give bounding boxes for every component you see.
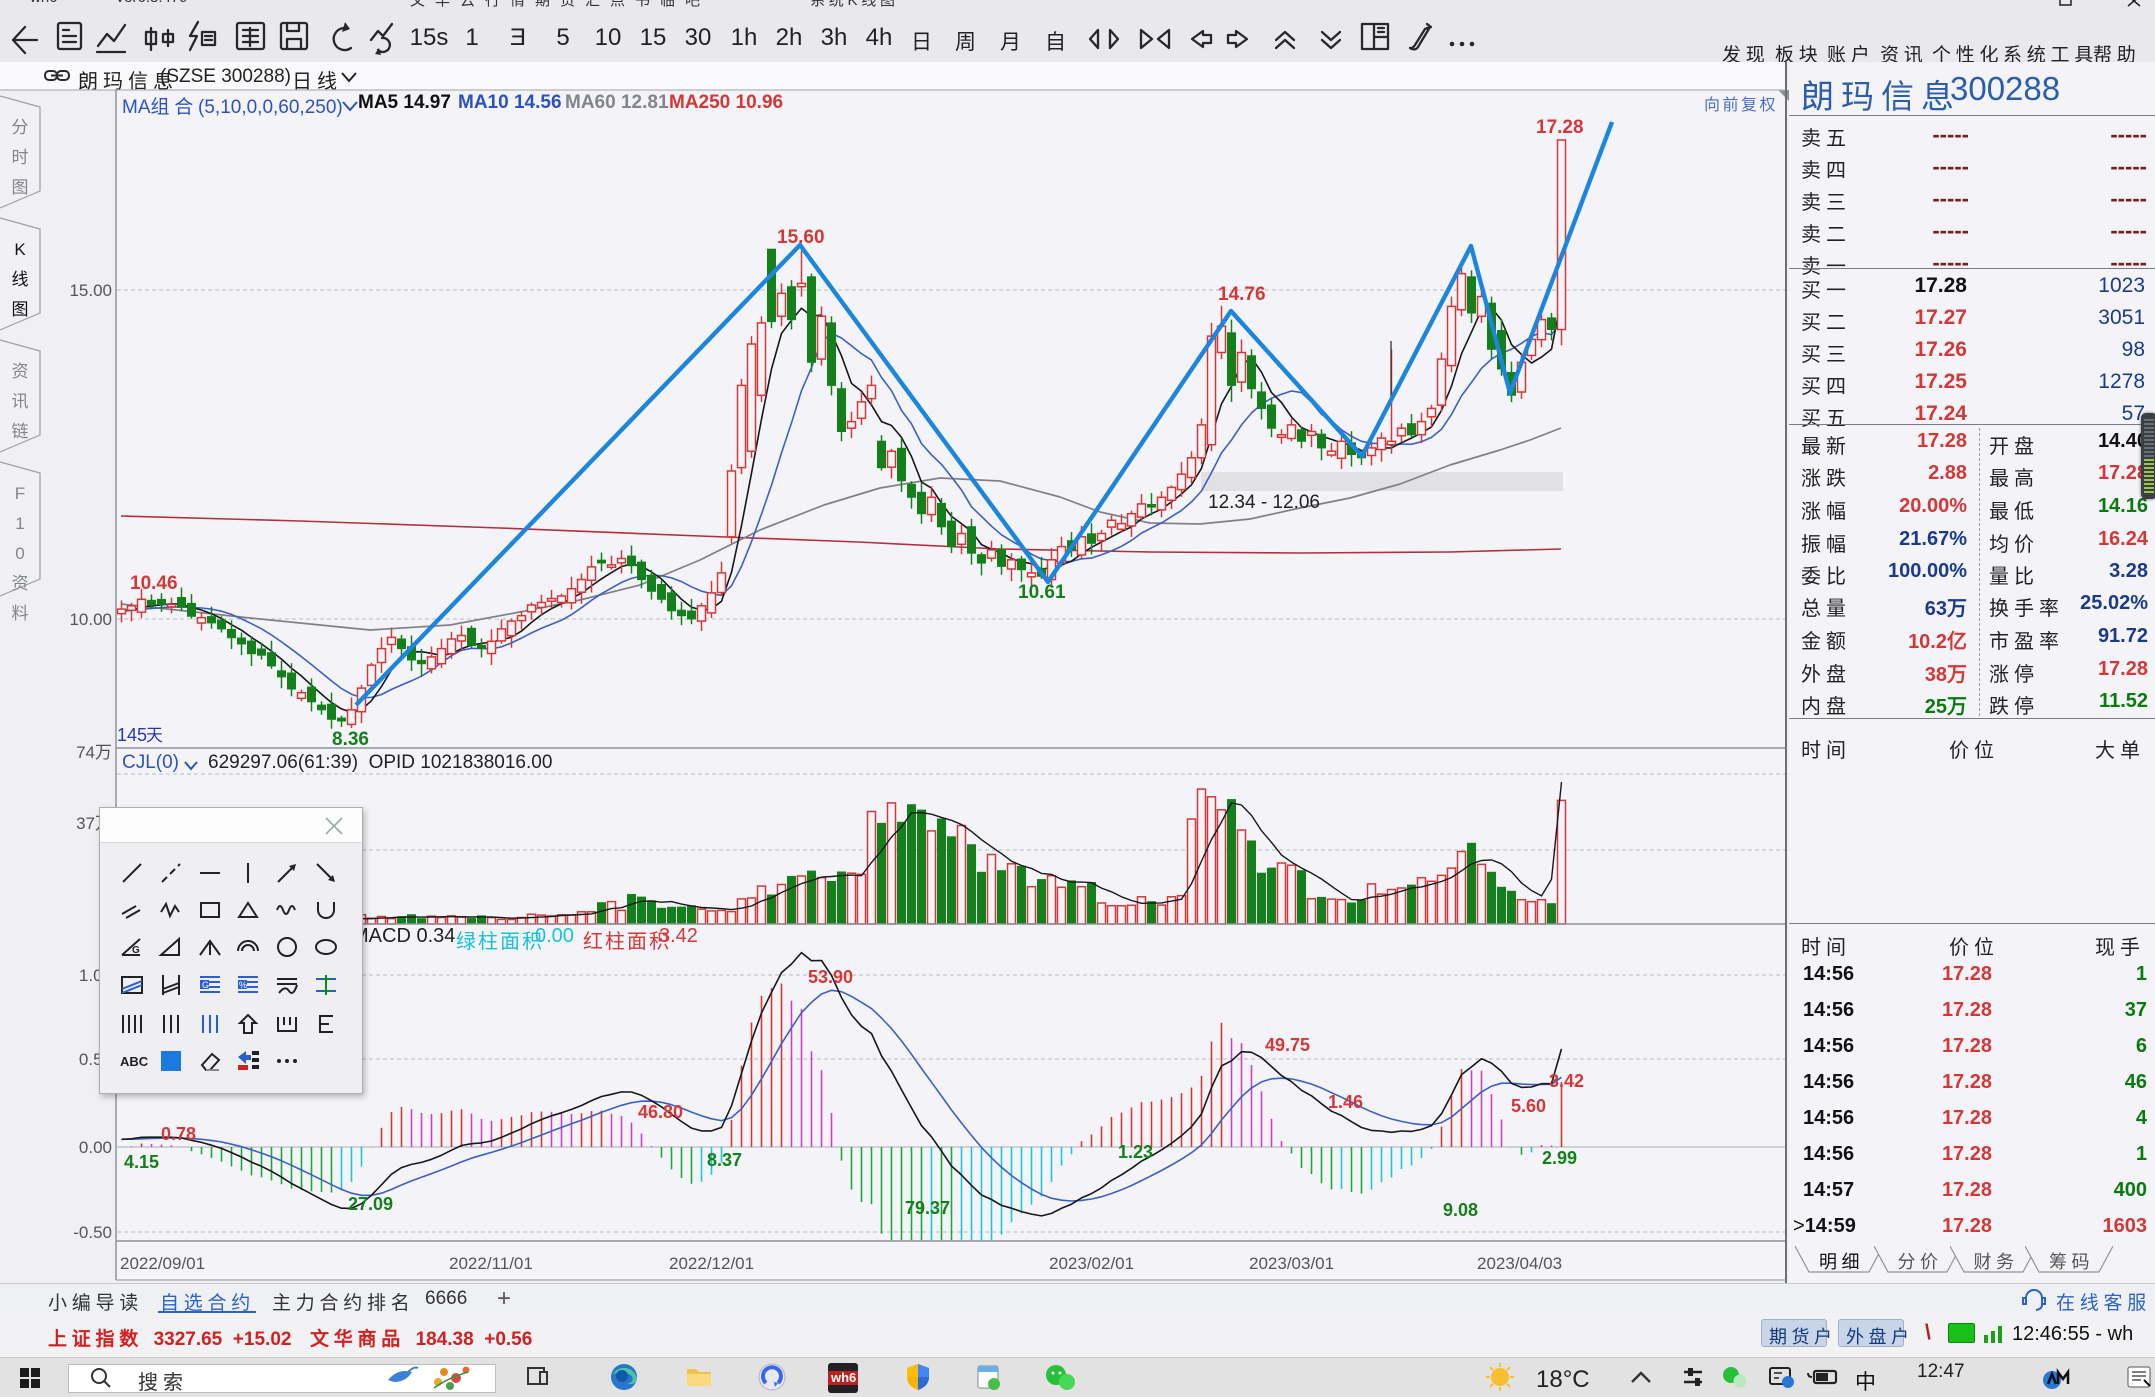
svg-text:79.37: 79.37: [905, 1198, 950, 1218]
svg-text:天: 天: [146, 726, 163, 745]
svg-text:分: 分: [12, 118, 29, 137]
svg-text:料: 料: [12, 604, 29, 623]
svg-text:链: 链: [12, 422, 29, 441]
svg-text:向前复权: 向前复权: [1704, 96, 1778, 114]
svg-text:图: 图: [12, 178, 29, 197]
svg-text:1: 1: [15, 514, 24, 533]
svg-text:线: 线: [12, 270, 29, 289]
svg-text:27.09: 27.09: [348, 1194, 393, 1214]
svg-text:15.00: 15.00: [69, 281, 112, 300]
svg-text:G: G: [202, 980, 209, 990]
svg-text:时: 时: [12, 148, 29, 167]
svg-text:2022/11/01: 2022/11/01: [449, 1254, 533, 1273]
svg-text:14.76: 14.76: [1218, 284, 1266, 305]
svg-text:G: G: [132, 945, 140, 956]
svg-text:46.80: 46.80: [638, 1102, 683, 1122]
svg-text:1.46: 1.46: [1328, 1092, 1363, 1112]
svg-text:0.78: 0.78: [161, 1124, 196, 1144]
svg-text:图: 图: [12, 300, 29, 319]
svg-text:8.36: 8.36: [332, 729, 369, 750]
svg-text:8.37: 8.37: [707, 1150, 742, 1170]
svg-text:F: F: [15, 484, 25, 503]
svg-text:53.90: 53.90: [808, 967, 853, 987]
svg-text:3.42: 3.42: [1549, 1071, 1584, 1091]
svg-text:0.00: 0.00: [79, 1138, 112, 1157]
svg-text:17.28: 17.28: [1536, 117, 1584, 138]
svg-text:9.08: 9.08: [1443, 1200, 1478, 1220]
svg-text:K: K: [14, 240, 26, 259]
svg-text:讯: 讯: [12, 392, 29, 411]
svg-text:资: 资: [12, 362, 29, 381]
svg-text:ABC: ABC: [120, 1054, 149, 1069]
svg-text:5.60: 5.60: [1511, 1096, 1546, 1116]
svg-text:2022/12/01: 2022/12/01: [669, 1254, 754, 1273]
svg-text:资: 资: [12, 574, 29, 593]
svg-text:4.15: 4.15: [124, 1152, 159, 1172]
svg-text:2023/04/03: 2023/04/03: [1477, 1254, 1562, 1273]
svg-text:2023/03/01: 2023/03/01: [1249, 1254, 1334, 1273]
svg-text:74万: 74万: [76, 743, 112, 762]
svg-text:2023/02/01: 2023/02/01: [1049, 1254, 1134, 1273]
svg-text:49.75: 49.75: [1265, 1035, 1310, 1055]
svg-text:0: 0: [15, 544, 24, 563]
svg-text:145: 145: [117, 725, 147, 745]
svg-text:-0.50: -0.50: [73, 1223, 112, 1242]
svg-text:2022/09/01: 2022/09/01: [120, 1254, 205, 1273]
svg-text:10.00: 10.00: [69, 610, 112, 629]
svg-text:10.46: 10.46: [130, 573, 178, 594]
svg-text:10.61: 10.61: [1018, 582, 1066, 603]
svg-text:1.23: 1.23: [1118, 1142, 1153, 1162]
svg-text:12.34 - 12.06: 12.34 - 12.06: [1208, 492, 1320, 513]
svg-text:%: %: [239, 980, 247, 990]
svg-text:2.99: 2.99: [1542, 1148, 1577, 1168]
svg-text:15.60: 15.60: [777, 227, 825, 248]
